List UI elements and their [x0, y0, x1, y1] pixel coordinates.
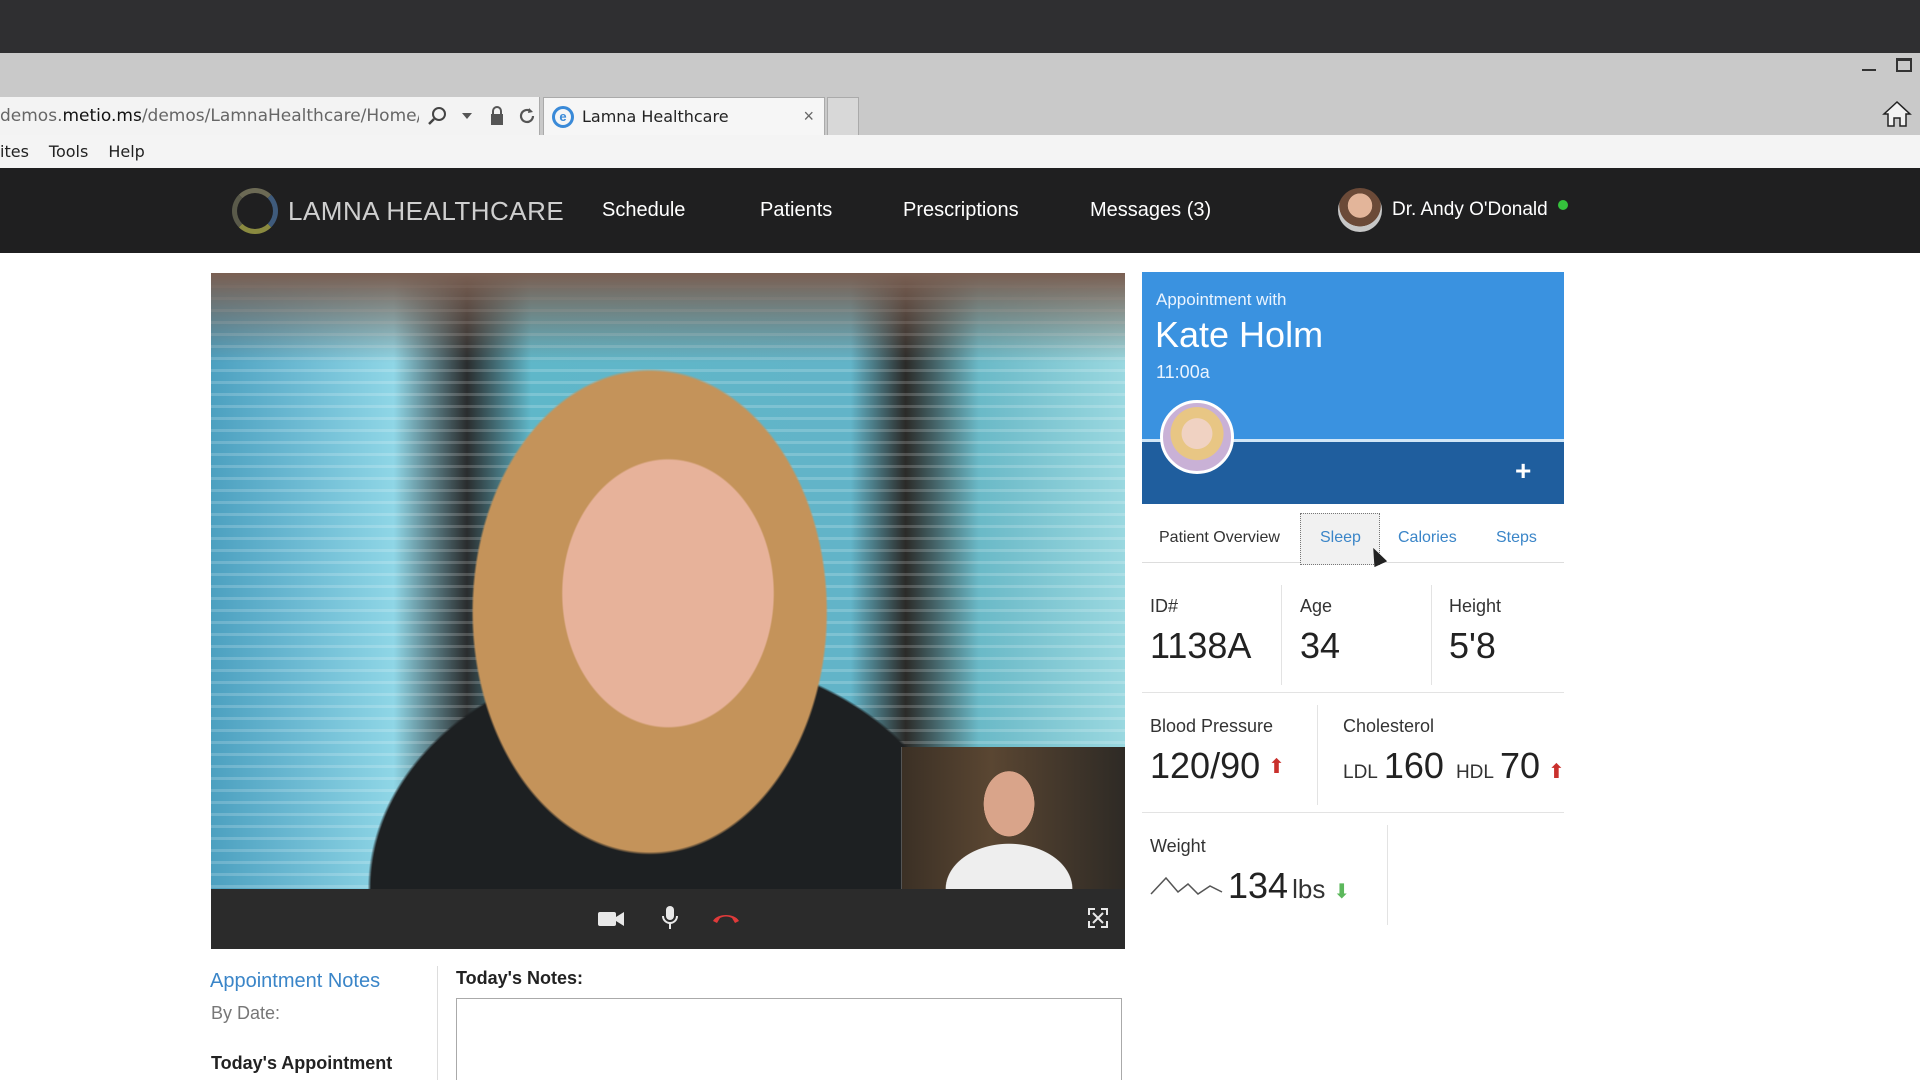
- blood-pressure-label: Blood Pressure: [1150, 716, 1274, 736]
- divider: [1387, 825, 1388, 925]
- menu-favorites[interactable]: ites: [0, 142, 29, 161]
- by-date-label: By Date:: [211, 1003, 281, 1023]
- refresh-icon[interactable]: [515, 104, 539, 128]
- trend-down-icon: ⬇: [1333, 881, 1351, 903]
- nav-prescriptions[interactable]: Prescriptions: [903, 199, 1019, 222]
- browser-menu-bar: ites Tools Help: [0, 135, 1920, 168]
- doctor-profile[interactable]: Dr. Andy O'Donald: [1338, 188, 1568, 232]
- appointment-label: Appointment with: [1156, 290, 1287, 309]
- ie-favicon-icon: e: [552, 105, 574, 128]
- blood-pressure-value: 120/90: [1150, 745, 1261, 786]
- dropdown-icon[interactable]: [455, 104, 479, 128]
- add-button[interactable]: +: [1515, 455, 1531, 487]
- video-call-feed: [211, 273, 1125, 889]
- browser-tab-lamna[interactable]: e Lamna Healthcare ×: [543, 97, 825, 135]
- cholesterol-label: Cholesterol: [1343, 716, 1435, 736]
- blood-pressure-row: 120/90 ⬆: [1150, 745, 1285, 787]
- todays-notes-label: Today's Notes:: [456, 968, 583, 988]
- weight-unit: lbs: [1292, 874, 1326, 904]
- divider: [1142, 692, 1564, 693]
- patient-name: Kate Holm: [1155, 314, 1324, 355]
- hdl-value: 70: [1499, 745, 1540, 786]
- age-label: Age: [1300, 596, 1333, 616]
- ldl-label: LDL: [1343, 762, 1378, 783]
- appointment-notes-link[interactable]: Appointment Notes: [210, 970, 380, 993]
- camera-icon[interactable]: [597, 909, 625, 929]
- patient-avatar[interactable]: [1160, 400, 1234, 474]
- home-icon[interactable]: [1882, 99, 1912, 129]
- minimize-icon[interactable]: [1862, 69, 1876, 71]
- online-status-icon: [1557, 200, 1568, 210]
- video-controls-bar: [211, 889, 1125, 949]
- tab-steps[interactable]: Steps: [1496, 529, 1537, 547]
- browser-chrome: demos.metio.ms/demos/LamnaHealthcare/Hom…: [0, 53, 1920, 135]
- tab-sleep[interactable]: Sleep: [1320, 529, 1361, 547]
- lamna-logo-icon[interactable]: [232, 188, 278, 234]
- hang-up-icon[interactable]: [711, 911, 741, 925]
- doctor-name: Dr. Andy O'Donald: [1392, 199, 1548, 220]
- search-icon[interactable]: [425, 104, 449, 128]
- nav-schedule[interactable]: Schedule: [602, 199, 685, 222]
- trend-up-icon: ⬆: [1548, 761, 1565, 783]
- tab-close-icon[interactable]: ×: [803, 106, 814, 127]
- app-navbar: LAMNA HEALTHCARE Schedule Patients Presc…: [0, 168, 1920, 253]
- video-vignette: [211, 273, 1125, 363]
- weight-row: 134 lbs ⬇: [1228, 865, 1350, 907]
- divider: [1142, 812, 1564, 813]
- divider: [1431, 585, 1432, 685]
- divider: [1281, 585, 1282, 685]
- os-title-bar: [0, 0, 1920, 53]
- cholesterol-row: LDL 160 HDL 70 ⬆: [1343, 745, 1565, 787]
- appointment-time: 11:00a: [1156, 362, 1210, 382]
- maximize-icon[interactable]: [1896, 58, 1912, 72]
- tab-title: Lamna Healthcare: [582, 107, 729, 126]
- weight-sparkline-icon: [1150, 876, 1223, 895]
- menu-help[interactable]: Help: [108, 142, 144, 161]
- divider: [1317, 705, 1318, 805]
- nav-patients[interactable]: Patients: [760, 199, 832, 222]
- height-value: 5'8: [1449, 625, 1496, 666]
- hdl-label: HDL: [1455, 762, 1494, 783]
- microphone-icon[interactable]: [662, 905, 678, 931]
- weight-label: Weight: [1150, 836, 1206, 856]
- doctor-avatar: [1338, 188, 1382, 232]
- nav-messages[interactable]: Messages (3): [1090, 199, 1211, 222]
- address-bar[interactable]: demos.metio.ms/demos/LamnaHealthcare/Hom…: [0, 97, 540, 135]
- id-label: ID#: [1150, 596, 1179, 616]
- height-label: Height: [1449, 596, 1502, 616]
- logo-text[interactable]: LAMNA HEALTHCARE: [288, 196, 564, 227]
- self-view-video[interactable]: [901, 747, 1125, 889]
- todays-appointment-item[interactable]: Today's Appointment: [211, 1053, 392, 1074]
- menu-tools[interactable]: Tools: [49, 142, 88, 161]
- fullscreen-icon[interactable]: [1088, 908, 1108, 928]
- id-value: 1138A: [1150, 625, 1252, 666]
- ldl-value: 160: [1383, 745, 1444, 786]
- age-value: 34: [1300, 625, 1341, 666]
- notes-textarea[interactable]: [456, 998, 1122, 1080]
- tab-patient-overview[interactable]: Patient Overview: [1159, 529, 1280, 547]
- weight-value: 134: [1228, 865, 1289, 906]
- trend-up-icon: ⬆: [1268, 755, 1285, 778]
- new-tab-button[interactable]: [827, 97, 859, 135]
- lock-icon[interactable]: [485, 104, 509, 128]
- divider: [437, 966, 438, 1080]
- address-text[interactable]: demos.metio.ms/demos/LamnaHealthcare/Hom…: [0, 106, 419, 126]
- tab-calories[interactable]: Calories: [1398, 529, 1457, 547]
